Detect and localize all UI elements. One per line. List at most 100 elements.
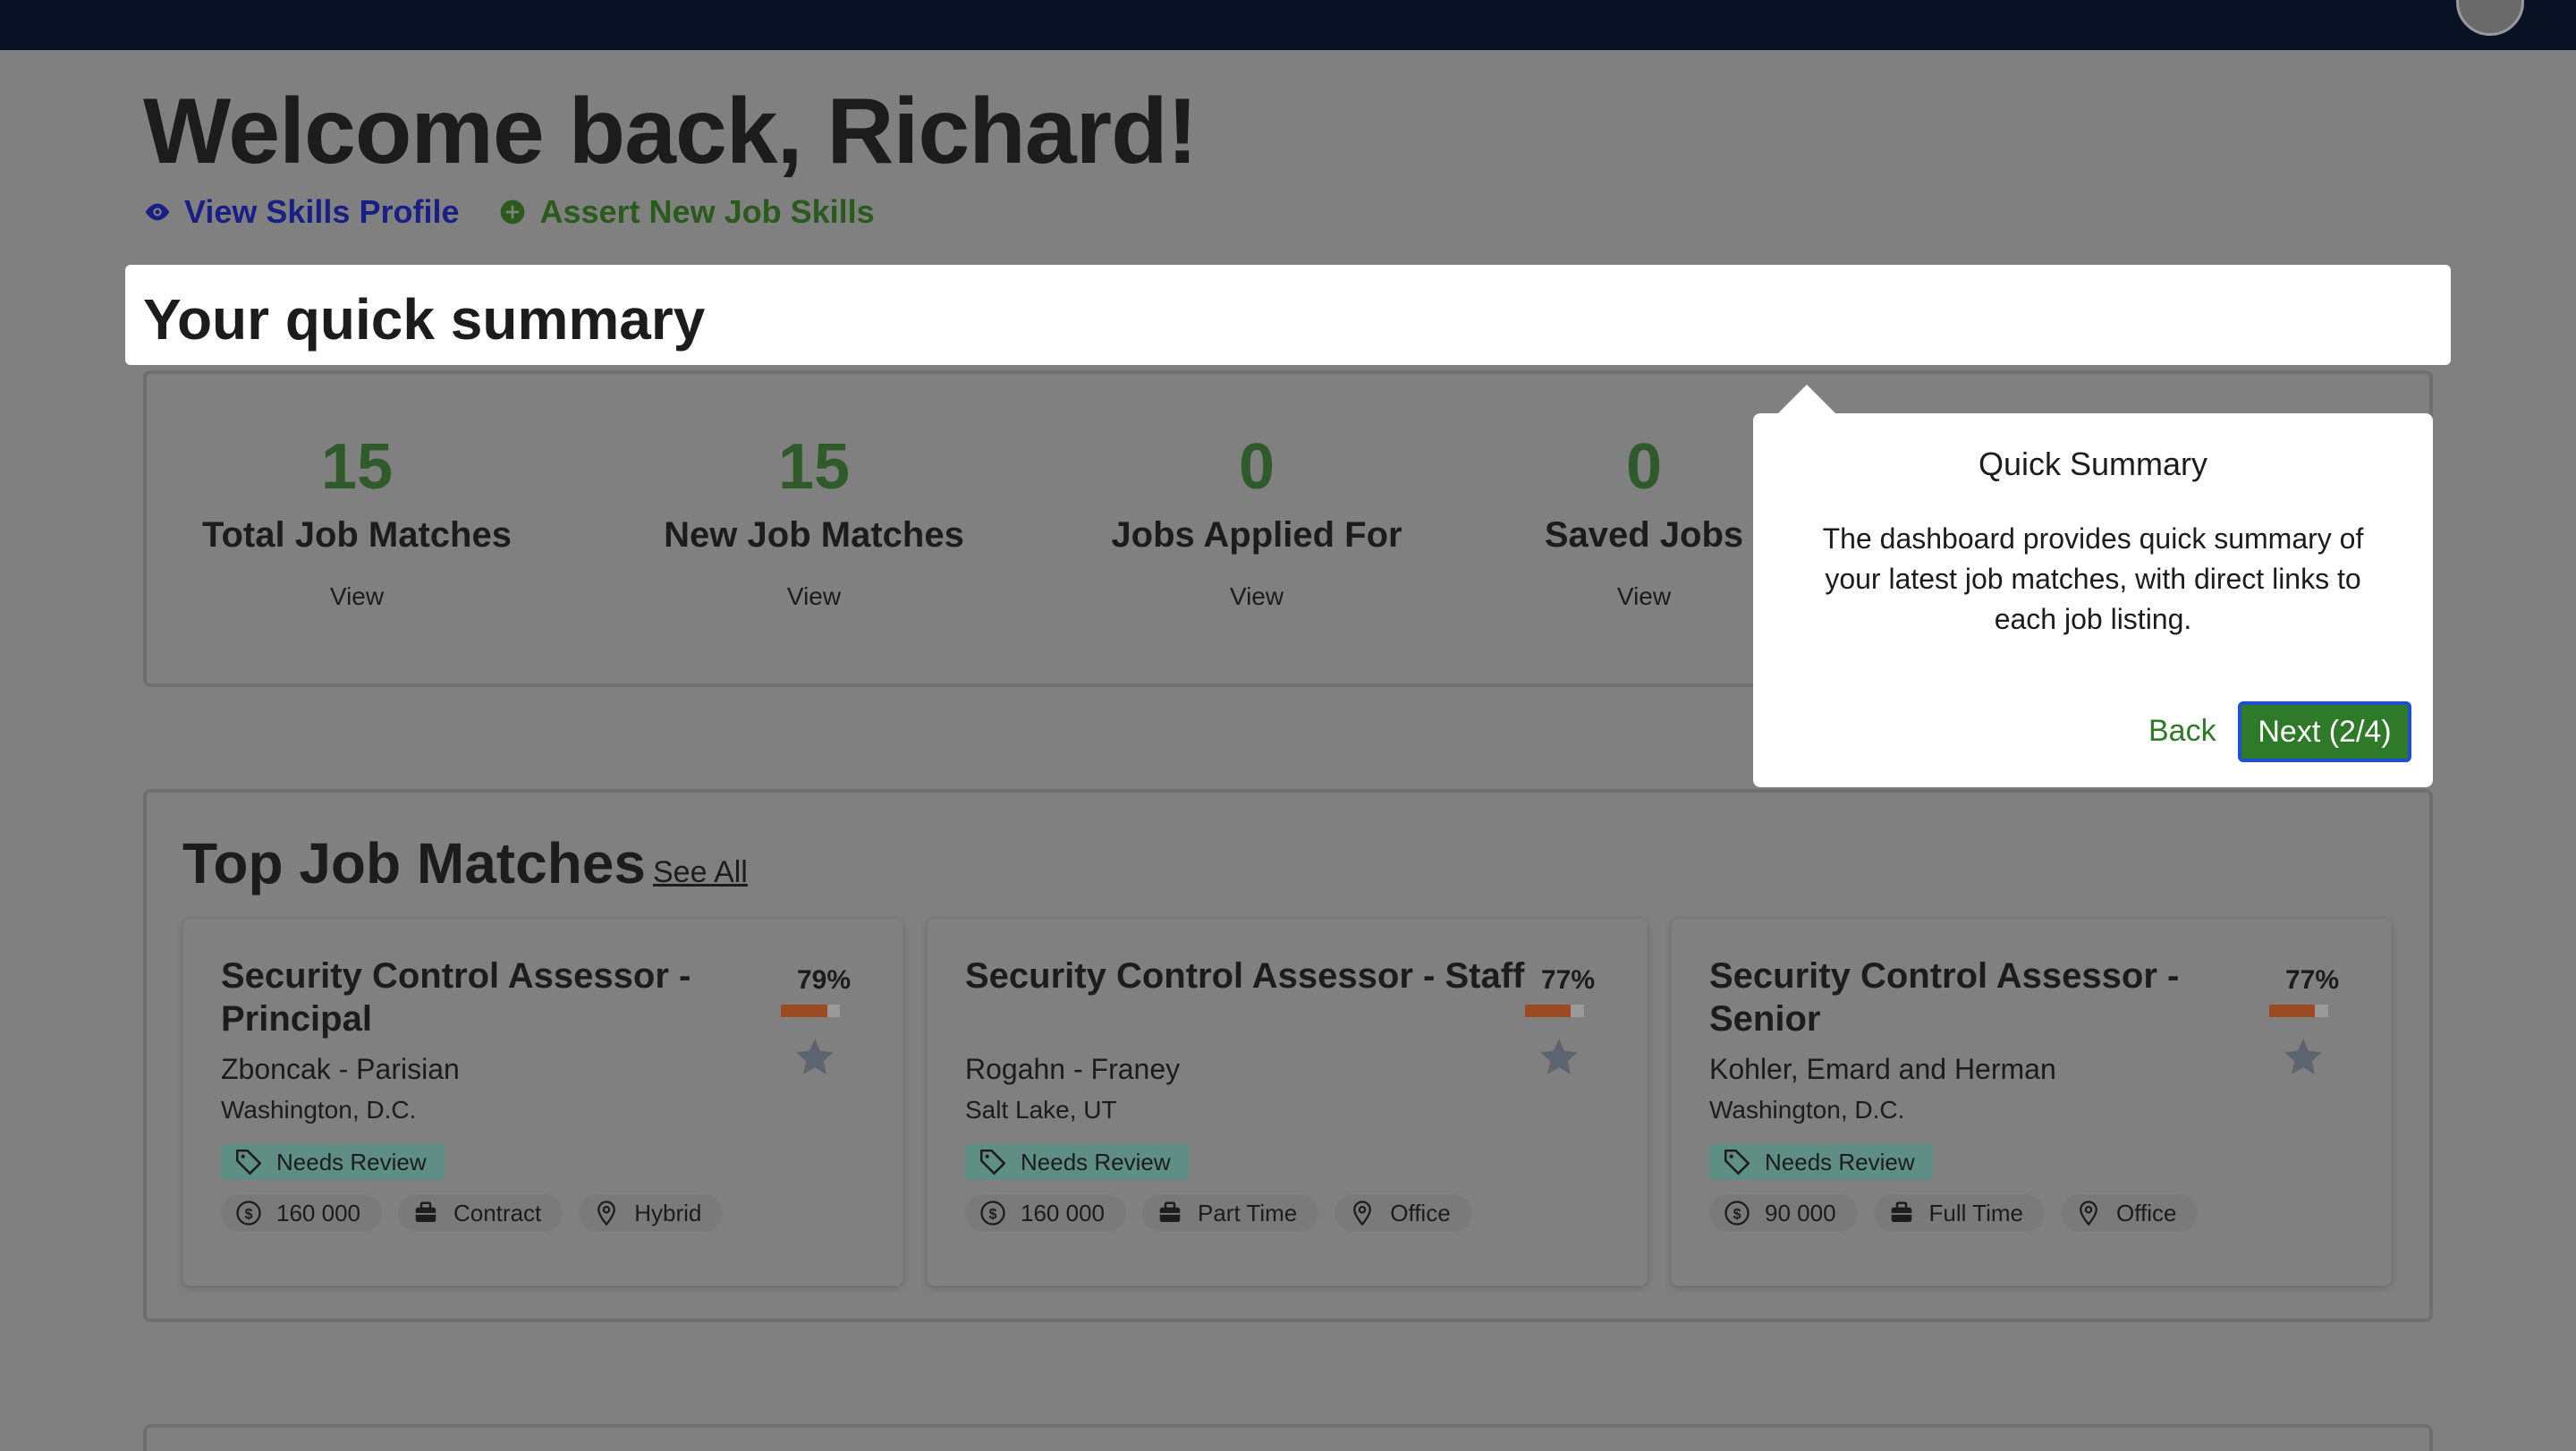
job-company: Rogahn - Franey [965, 1053, 1181, 1085]
job-company: Kohler, Emard and Herman [1709, 1053, 2056, 1085]
quick-summary-title: Your quick summary [143, 287, 706, 352]
job-location: Washington, D.C. [1709, 1096, 1905, 1124]
salary-value: 160 000 [276, 1199, 360, 1226]
view-skills-profile-link[interactable]: View Skills Profile [143, 193, 459, 231]
stat-jobs-applied-for: 0 Jobs Applied For View [1069, 429, 1445, 611]
view-skills-profile-label: View Skills Profile [184, 193, 460, 230]
stat-view-link[interactable]: View [169, 582, 545, 611]
assert-new-skills-link[interactable]: Assert New Job Skills [498, 193, 875, 231]
workplace-chip: Office [1335, 1194, 1472, 1232]
salary-value: 90 000 [1765, 1199, 1836, 1226]
next-section-panel [143, 1424, 2433, 1451]
star-icon[interactable] [793, 1035, 836, 1078]
page-title: Welcome back, Richard! [143, 80, 1198, 183]
stat-label: New Job Matches [664, 515, 964, 555]
status-badge: Needs Review [965, 1144, 1189, 1180]
assert-new-skills-label: Assert New Job Skills [539, 193, 875, 230]
stat-value: 0 [1238, 431, 1275, 503]
job-card[interactable]: Security Control Assessor - Senior Kohle… [1671, 918, 2392, 1286]
job-card[interactable]: Security Control Assessor - Staff Rogahn… [927, 918, 1648, 1286]
status-badge: Needs Review [1709, 1144, 1933, 1180]
match-bar [781, 1005, 840, 1017]
tour-popover: Quick Summary The dashboard provides qui… [1753, 385, 2433, 787]
salary-chip: $ 90 000 [1709, 1194, 1858, 1232]
stat-value: 15 [777, 431, 851, 503]
stat-view-link[interactable]: View [626, 582, 1002, 611]
workplace-value: Office [1390, 1199, 1451, 1226]
stat-value: 15 [320, 431, 394, 503]
workplace-chip: Office [2061, 1194, 2199, 1232]
top-job-matches-panel: Top Job Matches See All Security Control… [143, 789, 2433, 1322]
match-bar [1525, 1005, 1584, 1017]
svg-text:$: $ [244, 1206, 252, 1222]
tag-icon [1724, 1149, 1750, 1175]
see-all-link[interactable]: See All [653, 855, 748, 890]
status-label: Needs Review [1021, 1148, 1171, 1175]
dollar-icon: $ [980, 1201, 1005, 1226]
job-type-chip: Contract [397, 1194, 564, 1232]
svg-text:$: $ [1733, 1206, 1741, 1222]
match-bar-fill [2269, 1005, 2315, 1017]
salary-chip: $ 160 000 [221, 1194, 382, 1232]
status-label: Needs Review [1765, 1148, 1915, 1175]
star-icon[interactable] [1538, 1035, 1580, 1078]
tour-title: Quick Summary [1978, 445, 2208, 482]
job-attributes: $ 160 000 Contract Hybrid [221, 1194, 724, 1232]
user-avatar[interactable] [2456, 0, 2524, 36]
job-company: Zboncak - Parisian [221, 1053, 460, 1085]
workplace-chip: Hybrid [579, 1194, 724, 1232]
job-type-chip: Full Time [1873, 1194, 2045, 1232]
eye-icon [145, 203, 170, 221]
job-title[interactable]: Security Control Assessor - Principal [221, 955, 793, 1040]
location-pin-icon [597, 1201, 616, 1226]
quick-summary-header: Your quick summary [125, 265, 2451, 365]
dollar-icon: $ [236, 1201, 261, 1226]
match-percent: 79% [796, 965, 851, 995]
workplace-value: Hybrid [634, 1199, 702, 1226]
tour-back-button[interactable]: Back [2148, 714, 2216, 749]
stat-new-job-matches: 15 New Job Matches View [626, 429, 1002, 611]
location-pin-icon [1353, 1201, 1372, 1226]
match-percent: 77% [1540, 965, 1595, 995]
tag-icon [979, 1149, 1006, 1175]
job-title[interactable]: Security Control Assessor - Senior [1709, 955, 2282, 1040]
job-type-value: Part Time [1197, 1199, 1298, 1226]
plus-circle-icon [501, 199, 525, 225]
tag-icon [235, 1149, 262, 1175]
match-bar-fill [1525, 1005, 1571, 1017]
job-type-value: Contract [453, 1199, 542, 1226]
stat-label: Total Job Matches [202, 515, 512, 555]
match-bar [2269, 1005, 2328, 1017]
job-location: Washington, D.C. [221, 1096, 417, 1124]
briefcase-icon [1891, 1201, 1911, 1222]
job-type-chip: Part Time [1141, 1194, 1319, 1232]
status-badge: Needs Review [221, 1144, 445, 1180]
job-attributes: $ 160 000 Part Time Office [965, 1194, 1472, 1232]
tour-body: The dashboard provides quick summary of … [1822, 522, 2364, 635]
location-pin-icon [2080, 1201, 2097, 1226]
job-type-value: Full Time [1928, 1199, 2023, 1226]
job-attributes: $ 90 000 Full Time Office [1709, 1194, 2199, 1232]
briefcase-icon [415, 1201, 436, 1222]
stat-label: Jobs Applied For [1111, 515, 1402, 555]
status-label: Needs Review [276, 1148, 427, 1175]
profile-links: View Skills Profile Assert New Job Skill… [143, 193, 875, 231]
stat-view-link[interactable]: View [1069, 582, 1445, 611]
svg-text:$: $ [988, 1206, 996, 1222]
match-percent: 77% [2284, 965, 2339, 995]
briefcase-icon [1159, 1201, 1181, 1222]
workplace-value: Office [2116, 1199, 2177, 1226]
job-location: Salt Lake, UT [965, 1096, 1117, 1124]
job-title[interactable]: Security Control Assessor - Staff [965, 955, 1538, 997]
top-navbar [0, 0, 2576, 50]
dollar-icon: $ [1724, 1201, 1750, 1226]
salary-chip: $ 160 000 [965, 1194, 1126, 1232]
match-bar-fill [781, 1005, 828, 1017]
job-card[interactable]: Security Control Assessor - Principal Zb… [182, 918, 903, 1286]
top-job-matches-title: Top Job Matches [182, 831, 646, 895]
salary-value: 160 000 [1021, 1199, 1105, 1226]
stat-total-job-matches: 15 Total Job Matches View [169, 429, 545, 611]
popover-arrow [1778, 385, 1835, 413]
tour-next-button[interactable]: Next (2/4) [2238, 701, 2411, 762]
star-icon[interactable] [2282, 1035, 2325, 1078]
